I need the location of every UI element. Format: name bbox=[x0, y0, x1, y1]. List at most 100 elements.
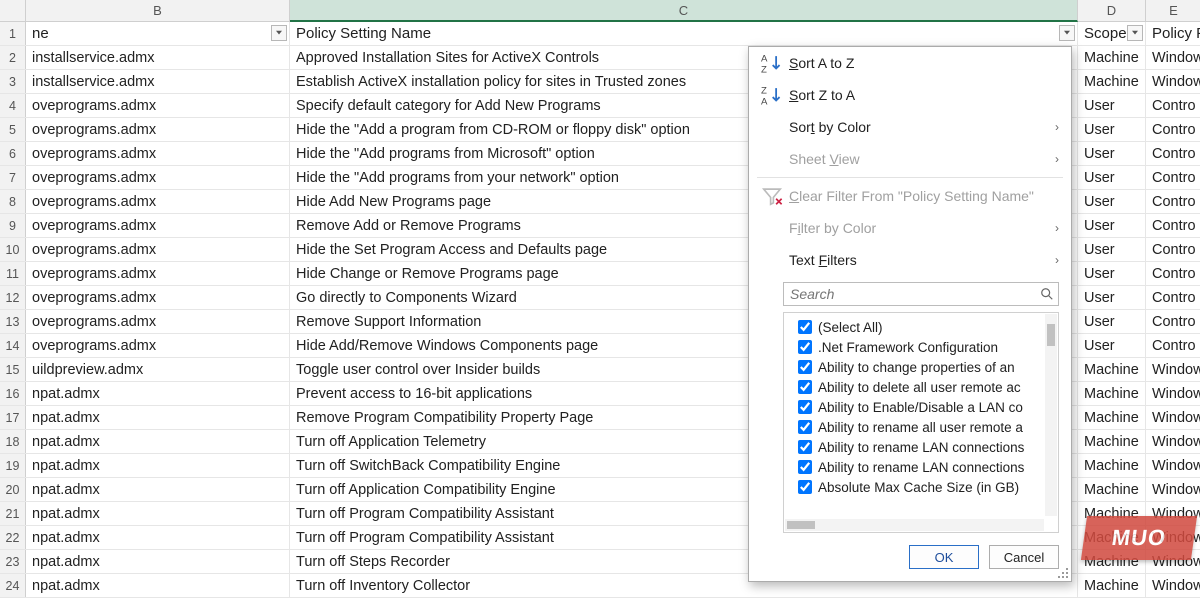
cell[interactable]: Window bbox=[1146, 430, 1200, 453]
cell[interactable]: Window bbox=[1146, 358, 1200, 381]
filter-dropdown-button[interactable] bbox=[1059, 25, 1075, 41]
filter-value-row[interactable]: Ability to change properties of an bbox=[788, 357, 1054, 377]
select-all-corner[interactable] bbox=[0, 0, 26, 21]
cell[interactable]: User bbox=[1078, 214, 1146, 237]
row-header[interactable]: 14 bbox=[0, 334, 26, 357]
cell[interactable]: Contro bbox=[1146, 94, 1200, 117]
cell[interactable]: Contro bbox=[1146, 166, 1200, 189]
ok-button[interactable]: OK bbox=[909, 545, 979, 569]
cell[interactable]: oveprograms.admx bbox=[26, 310, 290, 333]
cell[interactable]: Window bbox=[1146, 454, 1200, 477]
cell[interactable]: Scope bbox=[1078, 22, 1146, 45]
cell[interactable]: oveprograms.admx bbox=[26, 118, 290, 141]
row-header[interactable]: 5 bbox=[0, 118, 26, 141]
filter-value-row[interactable]: .Net Framework Configuration bbox=[788, 337, 1054, 357]
checkbox[interactable] bbox=[798, 420, 812, 434]
cell[interactable]: Machine bbox=[1078, 70, 1146, 93]
cell[interactable]: Contro bbox=[1146, 310, 1200, 333]
cell[interactable]: Machine bbox=[1078, 358, 1146, 381]
row-header[interactable]: 7 bbox=[0, 166, 26, 189]
filter-values-list[interactable]: (Select All).Net Framework Configuration… bbox=[783, 312, 1059, 533]
column-header-e[interactable]: E bbox=[1146, 0, 1200, 21]
cell[interactable]: installservice.admx bbox=[26, 46, 290, 69]
cell[interactable]: User bbox=[1078, 334, 1146, 357]
checkbox[interactable] bbox=[798, 320, 812, 334]
scroll-thumb[interactable] bbox=[787, 521, 815, 529]
cell[interactable]: oveprograms.admx bbox=[26, 94, 290, 117]
cell[interactable]: User bbox=[1078, 190, 1146, 213]
cell[interactable]: Contro bbox=[1146, 142, 1200, 165]
filter-dropdown-button[interactable] bbox=[1127, 25, 1143, 41]
row-header[interactable]: 9 bbox=[0, 214, 26, 237]
row-header[interactable]: 19 bbox=[0, 454, 26, 477]
row-header[interactable]: 1 bbox=[0, 22, 26, 45]
vertical-scrollbar[interactable] bbox=[1045, 314, 1057, 516]
row-header[interactable]: 21 bbox=[0, 502, 26, 525]
cell[interactable]: Machine bbox=[1078, 454, 1146, 477]
row-header[interactable]: 12 bbox=[0, 286, 26, 309]
checkbox[interactable] bbox=[798, 440, 812, 454]
row-header[interactable]: 23 bbox=[0, 550, 26, 573]
column-header-c[interactable]: C bbox=[290, 0, 1078, 22]
cell[interactable]: Window bbox=[1146, 478, 1200, 501]
filter-dropdown-button[interactable] bbox=[271, 25, 287, 41]
cell[interactable]: oveprograms.admx bbox=[26, 190, 290, 213]
filter-search-box[interactable] bbox=[783, 282, 1059, 306]
cell[interactable]: Machine bbox=[1078, 430, 1146, 453]
cell[interactable]: Window bbox=[1146, 574, 1200, 597]
cell[interactable]: Window bbox=[1146, 382, 1200, 405]
cell[interactable]: User bbox=[1078, 166, 1146, 189]
cell[interactable]: oveprograms.admx bbox=[26, 214, 290, 237]
resize-grip-icon[interactable] bbox=[1057, 567, 1069, 579]
cell[interactable]: Contro bbox=[1146, 286, 1200, 309]
cell[interactable]: oveprograms.admx bbox=[26, 166, 290, 189]
cell[interactable]: oveprograms.admx bbox=[26, 142, 290, 165]
cell[interactable]: User bbox=[1078, 238, 1146, 261]
cell[interactable]: User bbox=[1078, 142, 1146, 165]
cell[interactable]: oveprograms.admx bbox=[26, 334, 290, 357]
filter-value-row[interactable]: Ability to Enable/Disable a LAN co bbox=[788, 397, 1054, 417]
cell[interactable]: npat.admx bbox=[26, 550, 290, 573]
checkbox[interactable] bbox=[798, 380, 812, 394]
cell[interactable]: ne bbox=[26, 22, 290, 45]
cell[interactable]: Contro bbox=[1146, 118, 1200, 141]
row-header[interactable]: 8 bbox=[0, 190, 26, 213]
cell[interactable]: Contro bbox=[1146, 238, 1200, 261]
row-header[interactable]: 6 bbox=[0, 142, 26, 165]
cell[interactable]: Contro bbox=[1146, 334, 1200, 357]
cell[interactable]: npat.admx bbox=[26, 454, 290, 477]
checkbox[interactable] bbox=[798, 340, 812, 354]
checkbox[interactable] bbox=[798, 360, 812, 374]
cancel-button[interactable]: Cancel bbox=[989, 545, 1059, 569]
filter-search-input[interactable] bbox=[784, 286, 1036, 302]
cell[interactable]: npat.admx bbox=[26, 430, 290, 453]
cell[interactable]: Contro bbox=[1146, 190, 1200, 213]
row-header[interactable]: 13 bbox=[0, 310, 26, 333]
filter-value-row[interactable]: Ability to rename LAN connections bbox=[788, 437, 1054, 457]
row-header[interactable]: 2 bbox=[0, 46, 26, 69]
cell[interactable]: Machine bbox=[1078, 574, 1146, 597]
row-header[interactable]: 18 bbox=[0, 430, 26, 453]
filter-value-row[interactable]: Ability to rename LAN connections bbox=[788, 457, 1054, 477]
cell[interactable]: User bbox=[1078, 286, 1146, 309]
checkbox[interactable] bbox=[798, 460, 812, 474]
text-filters[interactable]: Text Filters › bbox=[749, 244, 1071, 276]
row-header[interactable]: 20 bbox=[0, 478, 26, 501]
row-header[interactable]: 11 bbox=[0, 262, 26, 285]
cell[interactable]: npat.admx bbox=[26, 526, 290, 549]
cell[interactable]: uildpreview.admx bbox=[26, 358, 290, 381]
cell[interactable]: Machine bbox=[1078, 382, 1146, 405]
cell[interactable]: Machine bbox=[1078, 406, 1146, 429]
cell[interactable]: Machine bbox=[1078, 46, 1146, 69]
checkbox[interactable] bbox=[798, 480, 812, 494]
cell[interactable]: npat.admx bbox=[26, 382, 290, 405]
cell[interactable]: oveprograms.admx bbox=[26, 286, 290, 309]
filter-value-row[interactable]: Ability to rename all user remote a bbox=[788, 417, 1054, 437]
cell[interactable]: oveprograms.admx bbox=[26, 262, 290, 285]
cell[interactable]: npat.admx bbox=[26, 574, 290, 597]
column-header-b[interactable]: B bbox=[26, 0, 290, 21]
cell[interactable]: oveprograms.admx bbox=[26, 238, 290, 261]
sort-z-to-a[interactable]: ZA Sort Z to A bbox=[749, 79, 1071, 111]
select-all-checkbox-row[interactable]: (Select All) bbox=[788, 317, 1054, 337]
row-header[interactable]: 22 bbox=[0, 526, 26, 549]
